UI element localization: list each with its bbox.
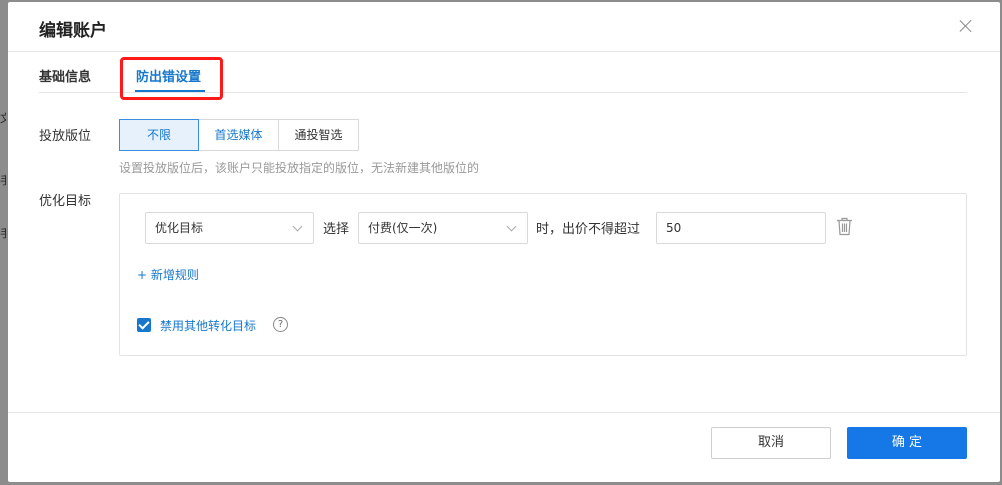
- placement-option-smart[interactable]: 通投智选: [278, 119, 359, 151]
- pay-type-select-value: 付费(仅一次): [368, 221, 438, 235]
- tab-bar: 基础信息 防出错设置: [39, 53, 967, 93]
- modal-footer: 取消 确 定: [8, 412, 1000, 482]
- add-rule-button[interactable]: + 新增规则: [137, 266, 199, 283]
- placement-option-preferred-media[interactable]: 首选媒体: [198, 119, 279, 151]
- tab-error-prevention[interactable]: 防出错设置: [136, 66, 201, 85]
- disable-other-targets-checkbox[interactable]: [137, 318, 151, 332]
- bid-limit-input[interactable]: 50: [656, 212, 826, 244]
- modal-header: 编辑账户: [8, 2, 1000, 52]
- placement-hint: 设置投放版位后，该账户只能投放指定的版位，无法新建其他版位的: [119, 161, 480, 175]
- target-select[interactable]: 优化目标: [145, 212, 314, 244]
- help-icon[interactable]: ?: [273, 317, 288, 332]
- background-text-fragment: 手: [0, 227, 6, 240]
- placement-option-unlimited[interactable]: 不限: [119, 119, 199, 151]
- cancel-button[interactable]: 取消: [711, 427, 831, 459]
- disable-other-targets-label[interactable]: 禁用其他转化目标: [160, 317, 256, 334]
- optimization-label: 优化目标: [39, 194, 92, 209]
- trash-icon[interactable]: [836, 217, 853, 236]
- rules-panel: 优化目标 选择 付费(仅一次) 时，出价不得超过 50 + 新增规则 禁用其他转…: [119, 193, 967, 356]
- pay-type-select[interactable]: 付费(仅一次): [358, 212, 528, 244]
- chevron-down-icon: [506, 221, 517, 232]
- placement-label: 投放版位: [39, 129, 92, 144]
- close-icon[interactable]: [958, 18, 974, 34]
- target-select-value: 优化目标: [155, 221, 204, 235]
- placement-segmented-control: 不限 首选媒体 通投智选: [119, 119, 359, 151]
- bid-limit-text: 时，出价不得超过: [536, 222, 641, 237]
- active-tab-indicator: [135, 90, 205, 92]
- background-text-fragment: 文: [0, 112, 6, 125]
- modal-title: 编辑账户: [39, 21, 107, 41]
- edit-account-modal: 编辑账户 基础信息 防出错设置 投放版位 不限 首选媒体 通投智选 设置投放版位…: [8, 2, 1000, 482]
- select-text: 选择: [323, 222, 350, 237]
- confirm-button[interactable]: 确 定: [847, 427, 967, 459]
- chevron-down-icon: [292, 221, 303, 232]
- background-text-fragment: 手: [0, 174, 6, 187]
- tab-basic-info[interactable]: 基础信息: [39, 66, 91, 85]
